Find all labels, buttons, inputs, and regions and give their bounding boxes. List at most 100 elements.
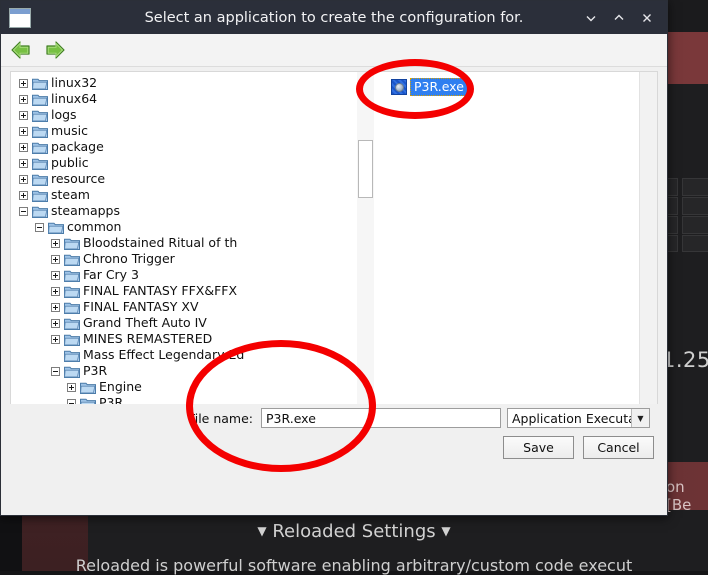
window-controls <box>577 5 667 31</box>
tree-item[interactable]: common <box>11 219 367 235</box>
tree-item[interactable]: P3R <box>11 363 367 379</box>
tree-item-label: common <box>67 219 122 234</box>
tree-item-label: steamapps <box>51 203 120 218</box>
tree-item-label: Far Cry 3 <box>83 267 140 282</box>
close-button[interactable] <box>633 5 661 31</box>
tree-item[interactable]: steamapps <box>11 203 367 219</box>
tree-item[interactable]: logs <box>11 107 367 123</box>
expand-icon[interactable] <box>67 382 76 392</box>
folder-icon <box>32 173 48 186</box>
file-type-dropdown[interactable]: Application Executable (*. ▼ <box>507 408 650 428</box>
tree-item-label: package <box>51 139 104 154</box>
folder-icon <box>32 109 48 122</box>
background-beta-label: on [Be <box>666 478 692 514</box>
folder-icon <box>64 301 80 314</box>
expand-icon[interactable] <box>51 238 60 248</box>
tree-item-label: logs <box>51 107 77 122</box>
folder-icon <box>32 77 48 90</box>
expand-icon[interactable] <box>19 158 28 168</box>
folder-icon <box>64 237 80 250</box>
expand-icon[interactable] <box>19 174 28 184</box>
expand-icon[interactable] <box>51 254 60 264</box>
save-button[interactable]: Save <box>503 436 574 459</box>
file-name-row: File name: Application Executable (*. ▼ <box>1 408 667 428</box>
expand-icon[interactable] <box>19 126 28 136</box>
tree-item-label: Mass Effect Legendary Ed <box>83 347 245 362</box>
folder-icon <box>80 381 96 394</box>
tree-item[interactable]: resource <box>11 171 367 187</box>
tree-item[interactable]: package <box>11 139 367 155</box>
tree-item-label: linux32 <box>51 75 98 90</box>
folder-icon <box>48 221 64 234</box>
expand-icon[interactable] <box>51 270 60 280</box>
minimize-button[interactable] <box>577 5 605 31</box>
file-list-pane[interactable]: P3R.exe <box>383 72 657 455</box>
tree-item[interactable]: Grand Theft Auto IV <box>11 315 367 331</box>
file-list-item[interactable]: P3R.exe <box>391 78 468 96</box>
tree-scrollbar-thumb[interactable] <box>358 140 373 198</box>
directory-tree[interactable]: linux32 linux64 logs music package public reso… <box>11 72 367 455</box>
collapse-icon[interactable] <box>35 222 44 232</box>
folder-icon <box>64 253 80 266</box>
tree-item[interactable]: Mass Effect Legendary Ed <box>11 347 367 363</box>
expand-icon[interactable] <box>51 302 60 312</box>
caret-down-left-icon: ▼ <box>257 524 267 538</box>
file-name-input[interactable] <box>261 408 501 428</box>
tree-item-label: MINES REMASTERED <box>83 331 213 346</box>
cancel-button[interactable]: Cancel <box>583 436 654 459</box>
folder-icon <box>32 205 48 218</box>
dialog-titlebar[interactable]: Select an application to create the conf… <box>1 1 667 34</box>
file-save-dialog: Select an application to create the conf… <box>0 0 668 516</box>
tree-item-label: Grand Theft Auto IV <box>83 315 207 330</box>
forward-arrow-icon[interactable] <box>43 39 67 61</box>
background-description-text: Reloaded is powerful software enabling a… <box>75 556 633 575</box>
tree-item-label: music <box>51 123 88 138</box>
tree-item-label: Engine <box>99 379 142 394</box>
folder-icon <box>64 365 80 378</box>
expand-icon[interactable] <box>51 318 60 328</box>
chevron-down-icon[interactable]: ▼ <box>631 409 649 427</box>
tree-item[interactable]: linux64 <box>11 91 367 107</box>
expand-icon[interactable] <box>51 286 60 296</box>
navigation-toolbar <box>1 34 667 67</box>
maximize-button[interactable] <box>605 5 633 31</box>
tree-item[interactable]: FINAL FANTASY FFX&FFX <box>11 283 367 299</box>
tree-item-label: steam <box>51 187 90 202</box>
back-arrow-icon[interactable] <box>9 39 33 61</box>
expand-icon[interactable] <box>19 78 28 88</box>
folder-icon <box>64 333 80 346</box>
tree-item[interactable]: FINAL FANTASY XV <box>11 299 367 315</box>
dialog-body: linux32 linux64 logs music package public reso… <box>1 67 667 477</box>
tree-item-label: public <box>51 155 89 170</box>
tree-item[interactable]: linux32 <box>11 75 367 91</box>
tree-item[interactable]: Bloodstained Ritual of th <box>11 235 367 251</box>
folder-icon <box>32 141 48 154</box>
collapse-icon[interactable] <box>51 366 60 376</box>
tree-item[interactable]: Engine <box>11 379 367 395</box>
tree-item-label: linux64 <box>51 91 98 106</box>
tree-item-label: Chrono Trigger <box>83 251 175 266</box>
tree-item-label: P3R <box>83 363 108 378</box>
collapse-icon[interactable] <box>19 206 28 216</box>
tree-item[interactable]: steam <box>11 187 367 203</box>
expand-icon[interactable] <box>19 110 28 120</box>
file-type-value: Application Executable (*. <box>512 410 631 426</box>
file-browser-scrollbar[interactable] <box>639 72 657 455</box>
expand-icon[interactable] <box>19 94 28 104</box>
expand-icon[interactable] <box>19 190 28 200</box>
reloaded-settings-header[interactable]: ▼ Reloaded Settings ▼ <box>0 521 708 542</box>
file-browser-pane: linux32 linux64 logs music package public reso… <box>10 71 658 456</box>
tree-item[interactable]: MINES REMASTERED <box>11 331 367 347</box>
tree-item[interactable]: Far Cry 3 <box>11 267 367 283</box>
tree-item[interactable]: Chrono Trigger <box>11 251 367 267</box>
folder-icon <box>32 157 48 170</box>
expand-icon[interactable] <box>51 334 60 344</box>
reloaded-settings-label: Reloaded Settings <box>272 521 436 542</box>
tree-scrollbar[interactable] <box>357 72 374 455</box>
exe-file-icon <box>391 79 407 95</box>
tree-item[interactable]: music <box>11 123 367 139</box>
expand-icon[interactable] <box>19 142 28 152</box>
file-name-label: P3R.exe <box>410 78 468 96</box>
tree-item[interactable]: public <box>11 155 367 171</box>
folder-icon <box>32 189 48 202</box>
